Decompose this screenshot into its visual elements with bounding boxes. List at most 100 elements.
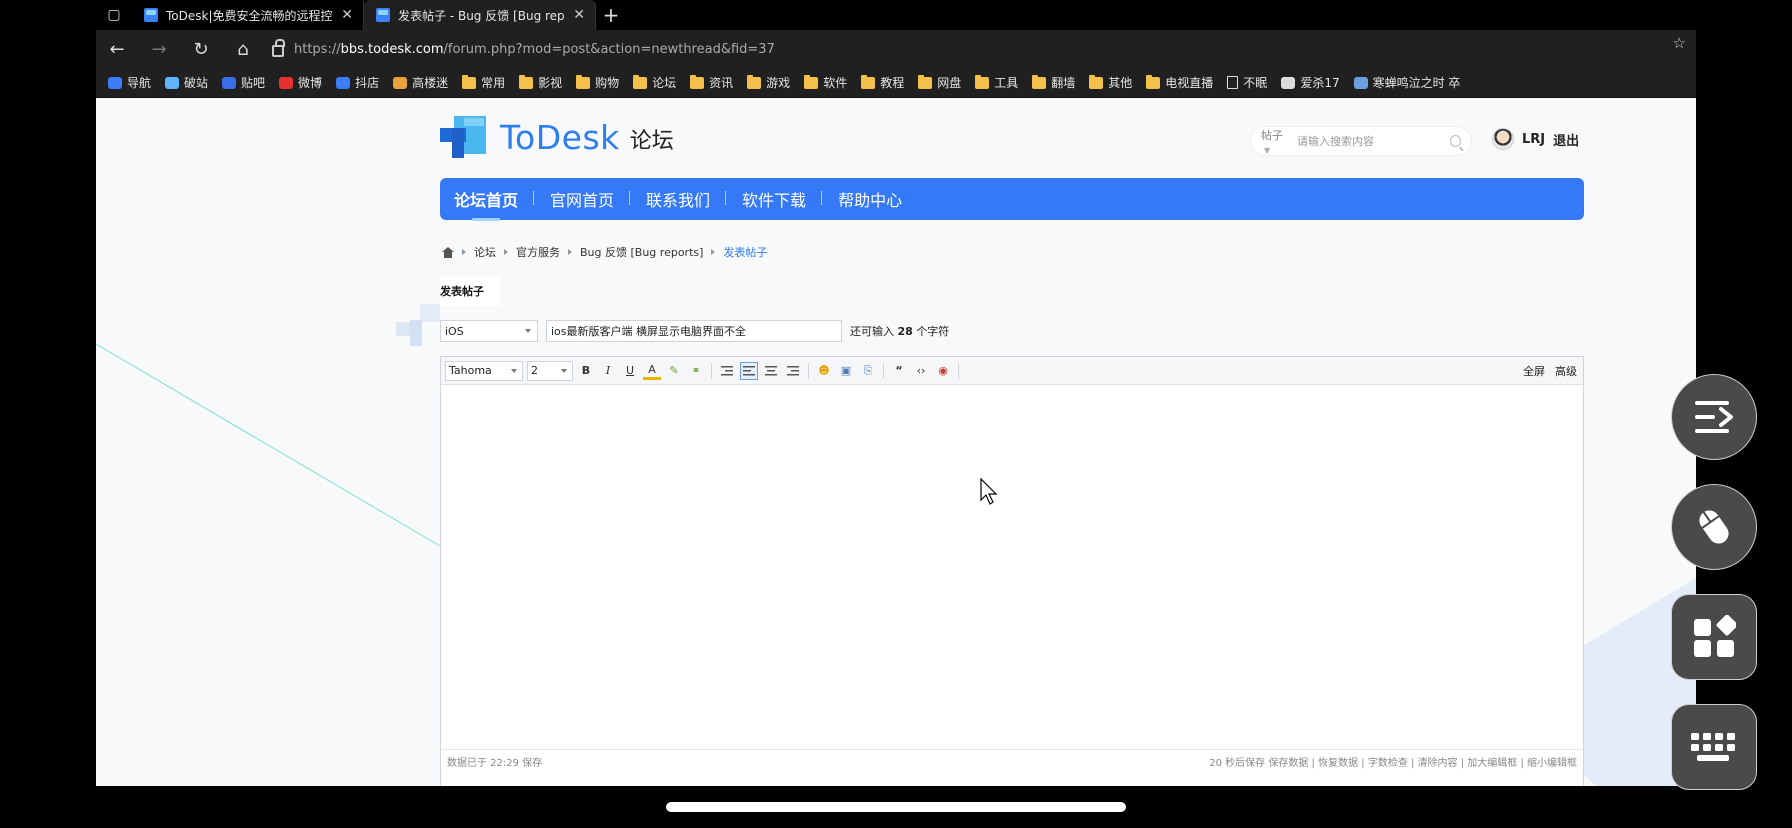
nav-forum-home[interactable]: 论坛首页: [454, 187, 535, 221]
bookmark-item[interactable]: 常用: [462, 74, 505, 91]
char-remaining: 还可输入 28 个字符: [850, 325, 950, 338]
tab-todesk[interactable]: ToDesk|免费安全流畅的远程控制 ✕: [132, 0, 364, 30]
breadcrumb-official-service[interactable]: 官方服务: [516, 244, 560, 260]
bookmark-item[interactable]: 导航: [108, 74, 151, 91]
bookmark-item[interactable]: 论坛: [633, 74, 676, 91]
align-left-icon[interactable]: [740, 361, 758, 380]
font-family-select[interactable]: Tahoma: [445, 360, 523, 381]
link-icon[interactable]: ⚭: [687, 362, 705, 380]
forward-icon[interactable]: →: [138, 30, 180, 68]
home-icon[interactable]: [442, 246, 454, 258]
nav-contact[interactable]: 联系我们: [646, 187, 727, 211]
breadcrumb-forum[interactable]: 论坛: [474, 244, 496, 260]
subject-input[interactable]: [546, 320, 842, 342]
editor-content-area[interactable]: [441, 386, 1583, 766]
bookmark-item[interactable]: 工具: [975, 74, 1018, 91]
apps-button[interactable]: [1671, 594, 1757, 680]
bookmark-item[interactable]: 游戏: [747, 74, 790, 91]
bookmark-item[interactable]: 资讯: [690, 74, 733, 91]
home-icon[interactable]: ⌂: [222, 30, 264, 68]
refresh-icon[interactable]: ↻: [180, 30, 222, 68]
attachment-icon[interactable]: ⎘: [859, 362, 877, 380]
search-icon[interactable]: [1450, 135, 1461, 147]
todesk-logo[interactable]: ToDesk 论坛: [440, 114, 674, 160]
bookmark-item[interactable]: 电视直播: [1146, 74, 1213, 91]
mouse-cursor-icon: [980, 478, 998, 505]
bookmark-item[interactable]: 不眠: [1227, 74, 1267, 91]
logout-link[interactable]: 退出: [1553, 130, 1579, 149]
close-icon[interactable]: ✕: [341, 7, 353, 23]
toolbar-divider: [958, 362, 959, 379]
search-type-select[interactable]: 帖子▼: [1261, 127, 1289, 156]
fullscreen-button[interactable]: 全屏: [1523, 363, 1545, 379]
nav-download[interactable]: 软件下载: [742, 187, 823, 211]
address-bar-row: ← → ↻ ⌂ https://bbs.todesk.com/forum.php…: [96, 30, 1696, 68]
bookmark-item[interactable]: 影视: [519, 74, 562, 91]
bookmark-label: 爱杀17: [1300, 76, 1340, 90]
menu-collapse-icon: [1695, 401, 1733, 433]
italic-icon[interactable]: I: [599, 362, 617, 380]
avatar[interactable]: [1492, 128, 1514, 150]
editor-actions[interactable]: 20 秒后保存 保存数据 | 恢复数据 | 字数检查 | 清除内容 | 加大编辑…: [1209, 754, 1577, 769]
new-tab-icon[interactable]: +: [596, 0, 626, 30]
back-icon[interactable]: ←: [96, 30, 138, 68]
home-indicator[interactable]: [666, 802, 1126, 812]
mouse-mode-button[interactable]: [1671, 484, 1757, 570]
bookmark-item[interactable]: 高楼迷: [393, 74, 448, 91]
image-icon[interactable]: ▣: [837, 362, 855, 380]
background-color-icon[interactable]: ✎: [665, 362, 683, 380]
float-left-icon[interactable]: [718, 362, 736, 380]
breadcrumb-bug-reports[interactable]: Bug 反馈 [Bug reports]: [580, 244, 703, 260]
nav-official-site[interactable]: 官网首页: [550, 187, 631, 211]
emoji-icon[interactable]: ☻: [815, 362, 833, 380]
align-center-icon[interactable]: [762, 362, 780, 380]
font-size-select[interactable]: 2: [527, 360, 573, 381]
bookmark-item[interactable]: 贴吧: [222, 74, 265, 91]
bookmark-item[interactable]: 爱杀17: [1281, 74, 1340, 91]
address-bar[interactable]: https://bbs.todesk.com/forum.php?mod=pos…: [272, 34, 1672, 64]
bookmark-item[interactable]: 网盘: [918, 74, 961, 91]
quote-icon[interactable]: “: [890, 362, 908, 380]
url-text: https://bbs.todesk.com/forum.php?mod=pos…: [294, 41, 775, 57]
nav-help[interactable]: 帮助中心: [838, 187, 918, 211]
chevron-down-icon: ▼: [1264, 145, 1271, 155]
post-thread-tab[interactable]: 发表帖子: [440, 276, 500, 306]
bookmark-item[interactable]: 寒蝉鸣泣之时 卒: [1353, 74, 1460, 91]
underline-icon[interactable]: U: [621, 362, 639, 380]
logo-subtitle: 论坛: [629, 129, 674, 154]
qq-icon[interactable]: ◉: [934, 362, 952, 380]
advanced-button[interactable]: 高级: [1555, 363, 1577, 379]
code-icon[interactable]: ‹›: [912, 362, 930, 380]
bookmark-item[interactable]: 翻墙: [1032, 74, 1075, 91]
toolbar-divider: [883, 362, 884, 379]
editor-status-bar: 数据已于 22:29 保存 20 秒后保存 保存数据 | 恢复数据 | 字数检查…: [441, 749, 1583, 769]
bookmark-item[interactable]: 抖店: [336, 74, 379, 91]
tab-actions-icon[interactable]: ▢: [96, 0, 132, 30]
folder-icon: [576, 74, 591, 89]
menu-collapse-button[interactable]: [1671, 374, 1757, 460]
bold-icon[interactable]: B: [577, 362, 595, 380]
bookmark-item[interactable]: 其他: [1089, 74, 1132, 91]
font-color-icon[interactable]: A: [643, 362, 661, 380]
todesk-logo-icon: [440, 116, 486, 158]
autosave-status: 数据已于 22:29 保存: [447, 758, 543, 769]
folder-icon: [861, 74, 876, 89]
tab-new-thread[interactable]: 发表帖子 - Bug 反馈 [Bug report ✕: [364, 0, 596, 30]
doc-icon: [1227, 76, 1239, 89]
bookmark-label: 高楼迷: [412, 76, 449, 90]
close-icon[interactable]: ✕: [573, 7, 585, 23]
username[interactable]: LRJ: [1522, 132, 1545, 147]
keyboard-button[interactable]: [1671, 704, 1757, 790]
bookmark-item[interactable]: 破站: [165, 74, 208, 91]
browser-window: ▢ ToDesk|免费安全流畅的远程控制 ✕ 发表帖子 - Bug 反馈 [Bu…: [96, 0, 1696, 786]
search-input[interactable]: [1297, 134, 1443, 148]
bookmark-item[interactable]: 软件: [804, 74, 847, 91]
folder-icon: [804, 74, 819, 89]
bookmark-item[interactable]: 教程: [861, 74, 904, 91]
thread-type-select[interactable]: iOS: [440, 320, 538, 342]
favorites-star-icon[interactable]: ☆: [1673, 34, 1686, 52]
bookmark-item[interactable]: 微博: [279, 74, 322, 91]
align-right-icon[interactable]: [784, 362, 802, 380]
user-panel: LRJ 退出: [1492, 128, 1579, 150]
bookmark-item[interactable]: 购物: [576, 74, 619, 91]
